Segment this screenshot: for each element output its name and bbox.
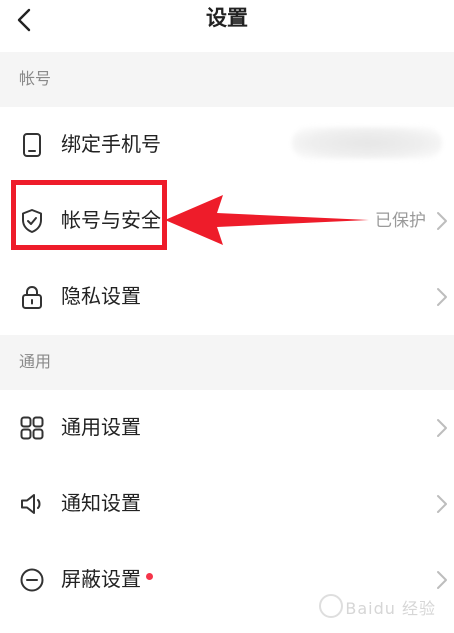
settings-page: 设置 帐号 绑定手机号 帐号与安全 已保护 隐私设置 通用 通用设置 通知设置 … — [0, 0, 454, 633]
settings-item-label-wrap: 屏蔽设置 — [61, 565, 153, 593]
baidu-paw-icon — [319, 594, 344, 618]
grid-icon — [20, 416, 44, 440]
watermark: Baidu 经验 — [319, 594, 436, 619]
notification-dot — [146, 573, 153, 580]
settings-item-privacy[interactable]: 隐私设置 — [0, 259, 454, 335]
chevron-right-icon — [437, 419, 447, 437]
settings-item-label: 屏蔽设置 — [61, 567, 141, 591]
status-text: 已保护 — [375, 211, 426, 231]
settings-item-general[interactable]: 通用设置 — [0, 390, 454, 466]
lock-icon — [22, 285, 42, 309]
section-header-account: 帐号 — [0, 52, 454, 107]
highlight-box — [11, 180, 167, 250]
settings-item-label: 绑定手机号 — [61, 132, 161, 156]
annotation-arrow-icon — [165, 195, 369, 245]
chevron-right-icon — [437, 212, 447, 230]
chevron-right-icon — [437, 571, 447, 589]
section-header-general: 通用 — [0, 335, 454, 390]
settings-item-notifications[interactable]: 通知设置 — [0, 466, 454, 542]
section-title: 通用 — [19, 352, 52, 371]
watermark-text: Baidu 经验 — [345, 599, 436, 618]
chevron-right-icon — [437, 288, 447, 306]
chevron-right-icon — [437, 495, 447, 513]
settings-item-label: 通用设置 — [61, 415, 141, 439]
minus-circle-icon — [20, 568, 44, 592]
page-title: 设置 — [206, 6, 248, 30]
blurred-phone-number — [292, 127, 442, 159]
speaker-icon — [21, 494, 41, 514]
settings-item-label: 通知设置 — [61, 491, 141, 515]
phone-icon — [23, 133, 41, 157]
section-title: 帐号 — [19, 69, 52, 88]
top-bar: 设置 — [0, 0, 454, 44]
settings-item-label: 隐私设置 — [61, 284, 141, 308]
